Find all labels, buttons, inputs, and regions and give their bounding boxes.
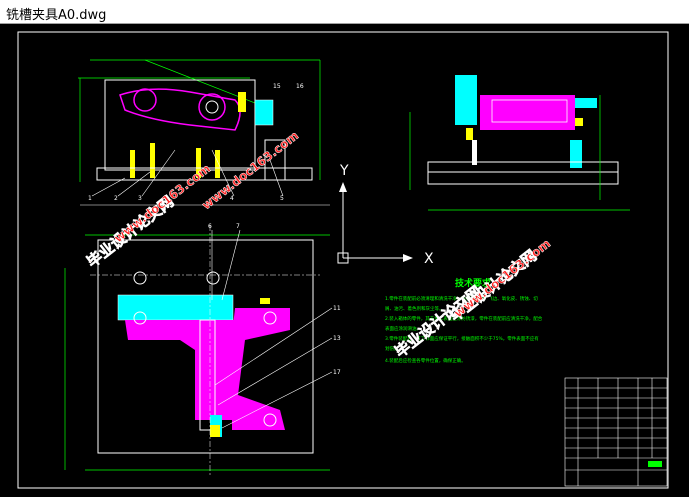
ucs-x-label: X	[424, 251, 434, 267]
side-view	[409, 75, 630, 211]
window-titlebar: 铣槽夹具A0.dwg	[0, 0, 689, 24]
balloon-4: 4	[230, 195, 234, 202]
balloon-15: 15	[273, 83, 281, 90]
ucs-icon: Y X	[337, 163, 434, 267]
balloon-11: 11	[333, 305, 341, 312]
balloon-3: 3	[138, 195, 142, 202]
balloon-16: 16	[296, 83, 304, 90]
drawing-canvas[interactable]: Y X 1 2 3 4 5 6 7 11 13 15 16 17 技术要求 1.…	[0, 24, 689, 497]
watermark-url: www.doc163.com	[111, 161, 213, 245]
balloon-2: 2	[114, 195, 118, 202]
balloon-17: 17	[333, 369, 341, 376]
window-title: 铣槽夹具A0.dwg	[6, 8, 107, 23]
tech-line-2: 屑、油污、着色剂和灰尘等。	[385, 305, 444, 312]
ucs-y-label: Y	[339, 163, 349, 179]
tech-line-7: 4.装配后应检查各零件位置，确保正确。	[385, 357, 466, 364]
title-block	[564, 377, 668, 487]
balloon-5: 5	[280, 195, 284, 202]
cad-drawing: Y X 1 2 3 4 5 6 7 11 13 15 16 17 技术要求 1.…	[17, 31, 669, 489]
balloon-13: 13	[333, 335, 341, 342]
balloon-7: 7	[236, 223, 240, 230]
balloon-1: 1	[88, 195, 92, 202]
balloon-6: 6	[208, 223, 212, 230]
